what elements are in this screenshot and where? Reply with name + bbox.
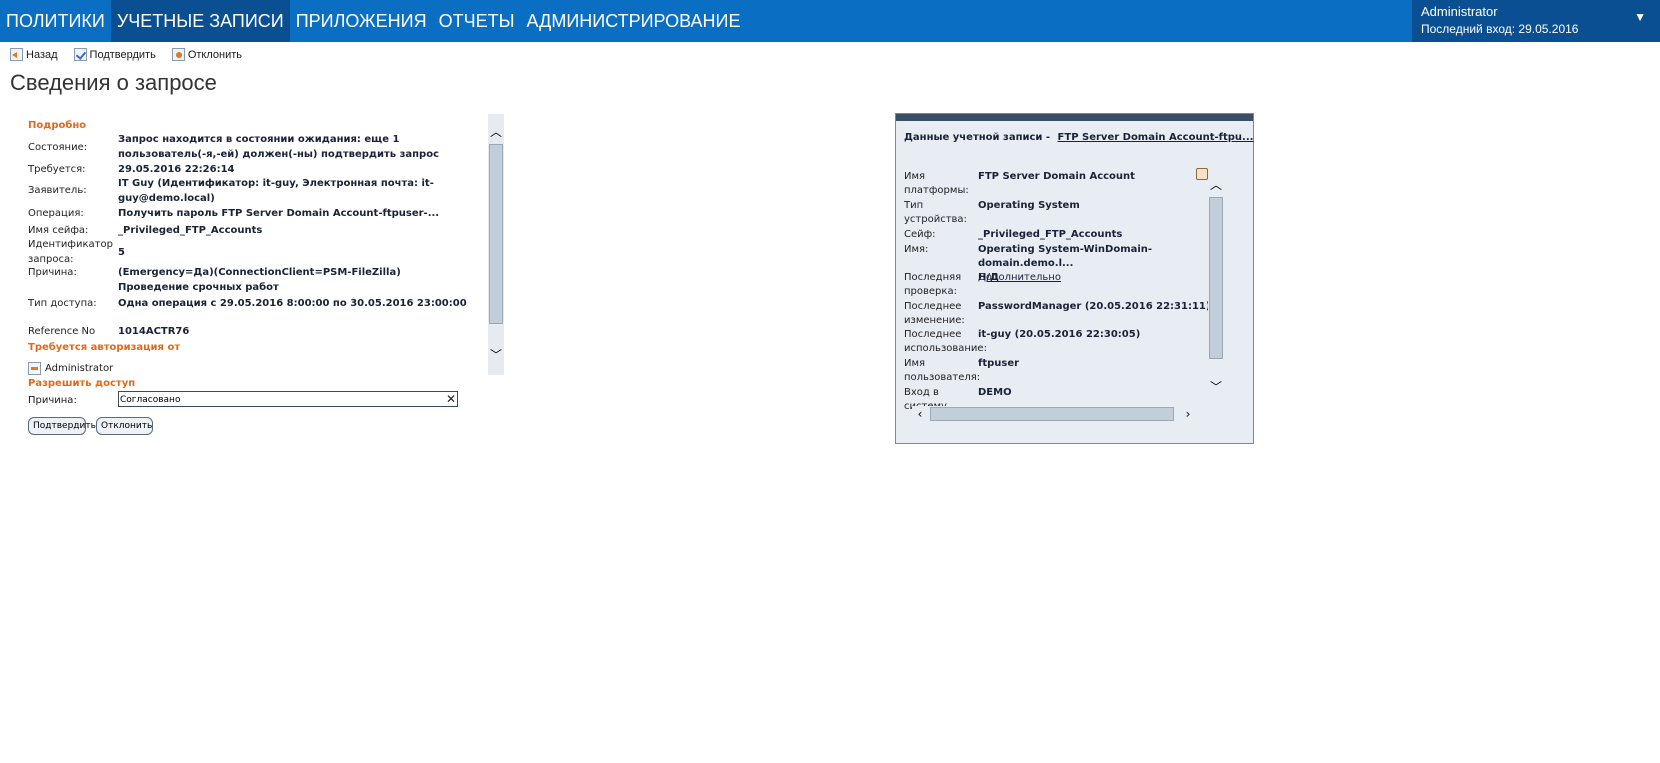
detail-value: 1014ACTR76: [118, 326, 190, 337]
account-label: Последняя проверка:: [904, 272, 962, 297]
details-section-title: Подробно: [28, 120, 87, 131]
account-value: FTP Server Domain Account: [978, 171, 1135, 182]
back-arrow-icon: [10, 48, 23, 61]
detail-label: Reference No: [28, 326, 96, 337]
detail-label: Имя сейфа:: [28, 225, 89, 236]
back-label: Назад: [26, 48, 58, 61]
user-arrow-icon: [28, 362, 41, 375]
scroll-up-icon[interactable]: ︿: [1208, 177, 1224, 193]
edit-icon[interactable]: [1196, 168, 1208, 180]
account-label: Последнее использование:: [904, 329, 987, 354]
account-link[interactable]: FTP Server Domain Account-ftpu...: [1058, 132, 1254, 143]
account-vertical-scrollbar[interactable]: ︿ ﹀: [1208, 170, 1224, 410]
detail-value: Одна операция с 29.05.2016 8:00:00 по 30…: [118, 298, 467, 309]
user-name: Administrator: [1421, 4, 1498, 19]
account-label: Имя пользователя:: [904, 358, 981, 383]
account-value: Operating System: [978, 200, 1080, 211]
account-label: Тип устройства:: [904, 200, 967, 225]
scroll-right-icon[interactable]: ›: [1180, 406, 1196, 422]
reason-input[interactable]: [118, 391, 458, 407]
account-value: PasswordManager (20.05.2016 22:31:11): [978, 301, 1211, 312]
detail-value: 29.05.2016 22:26:14: [118, 164, 235, 175]
approver-item: Administrator: [28, 362, 113, 375]
last-login: Последний вход: 29.05.2016: [1421, 22, 1579, 36]
authorization-section-title: Требуется авторизация от: [28, 342, 181, 353]
clear-icon[interactable]: ✕: [446, 392, 456, 406]
detail-label: Причина:: [28, 267, 77, 278]
confirm-button[interactable]: Подтвердить: [28, 417, 96, 435]
scrollbar-thumb[interactable]: [930, 407, 1174, 421]
main-nav: ПОЛИТИКИ УЧЕТНЫЕ ЗАПИСИ ПРИЛОЖЕНИЯ ОТЧЕТ…: [0, 0, 747, 42]
scroll-left-icon[interactable]: ‹: [912, 406, 928, 422]
nav-reports[interactable]: ОТЧЕТЫ: [433, 0, 521, 42]
user-menu[interactable]: Administrator Последний вход: 29.05.2016…: [1412, 0, 1660, 42]
panel-header-strip: [896, 114, 1253, 121]
scrollbar-thumb[interactable]: [1209, 197, 1223, 359]
page-title: Сведения о запросе: [10, 70, 217, 95]
nav-applications[interactable]: ПРИЛОЖЕНИЯ: [290, 0, 433, 42]
account-horizontal-scrollbar[interactable]: ‹ ›: [912, 406, 1224, 422]
account-value: it-guy (20.05.2016 22:30:05): [978, 329, 1141, 340]
account-label: Последнее изменение:: [904, 301, 965, 326]
account-label: Имя:: [904, 244, 929, 255]
detail-value: Получить пароль FTP Server Domain Accoun…: [118, 208, 440, 219]
grant-section-title: Разрешить доступ: [28, 378, 136, 389]
detail-value: 5: [118, 247, 125, 258]
toolbar-reject-button[interactable]: Отклонить: [171, 48, 242, 61]
account-fields: Имя платформы: FTP Server Domain Account…: [900, 160, 1223, 420]
detail-value: (Emergency=Да)(ConnectionClient=PSM-File…: [118, 267, 401, 293]
detail-label: Идентификатор запроса:: [28, 239, 113, 265]
nav-accounts[interactable]: УЧЕТНЫЕ ЗАПИСИ: [110, 0, 290, 42]
toolbar-confirm-label: Подтвердить: [89, 48, 156, 61]
checkmark-icon: [73, 48, 87, 61]
approver-name: Administrator: [45, 363, 114, 374]
account-header-label: Данные учетной записи -: [904, 132, 1051, 143]
detail-label: Операция:: [28, 208, 84, 219]
detail-value: IT Guy (Идентификатор: it-guy, Электронн…: [118, 178, 434, 204]
account-label: Имя платформы:: [904, 171, 969, 196]
action-toolbar: Назад Подтвердить Отклонить: [10, 48, 242, 61]
account-value: _Privileged_FTP_Accounts: [978, 229, 1123, 240]
top-navigation-bar: ПОЛИТИКИ УЧЕТНЫЕ ЗАПИСИ ПРИЛОЖЕНИЯ ОТЧЕТ…: [0, 0, 1660, 42]
reason-label: Причина:: [28, 395, 77, 406]
details-scrollbar[interactable]: ︿ ﹀: [488, 114, 504, 375]
toolbar-reject-label: Отклонить: [187, 48, 242, 61]
chevron-down-icon[interactable]: ▼: [1634, 10, 1646, 24]
detail-value: Запрос находится в состоянии ожидания: е…: [118, 134, 440, 160]
account-details-panel: Данные учетной записи - FTP Server Domai…: [895, 113, 1254, 444]
detail-label: Требуется:: [28, 164, 86, 175]
reject-button[interactable]: Отклонить: [96, 417, 153, 435]
scroll-up-icon[interactable]: ︿: [488, 124, 504, 140]
detail-label: Состояние:: [28, 142, 88, 153]
scroll-down-icon[interactable]: ﹀: [1208, 379, 1224, 395]
scroll-down-icon[interactable]: ﹀: [488, 347, 504, 363]
toolbar-confirm-button[interactable]: Подтвердить: [73, 48, 156, 61]
detail-value: _Privileged_FTP_Accounts: [118, 225, 263, 236]
back-button[interactable]: Назад: [10, 48, 58, 61]
detail-label: Тип доступа:: [28, 298, 97, 309]
account-value: ftpuser: [978, 358, 1020, 369]
account-value: Н/Д: [978, 272, 999, 283]
nav-administration[interactable]: АДМИНИСТРИРОВАНИЕ: [521, 0, 747, 42]
account-value: DEMO: [978, 387, 1012, 398]
account-label: Сейф:: [904, 229, 936, 240]
reject-icon: [171, 48, 185, 61]
detail-label: Заявитель:: [28, 185, 87, 196]
account-name-value: Operating System-WinDomain-domain.demo.l…: [978, 244, 1153, 269]
scrollbar-thumb[interactable]: [489, 144, 503, 324]
account-header: Данные учетной записи - FTP Server Domai…: [904, 132, 1253, 143]
nav-policies[interactable]: ПОЛИТИКИ: [0, 0, 111, 42]
